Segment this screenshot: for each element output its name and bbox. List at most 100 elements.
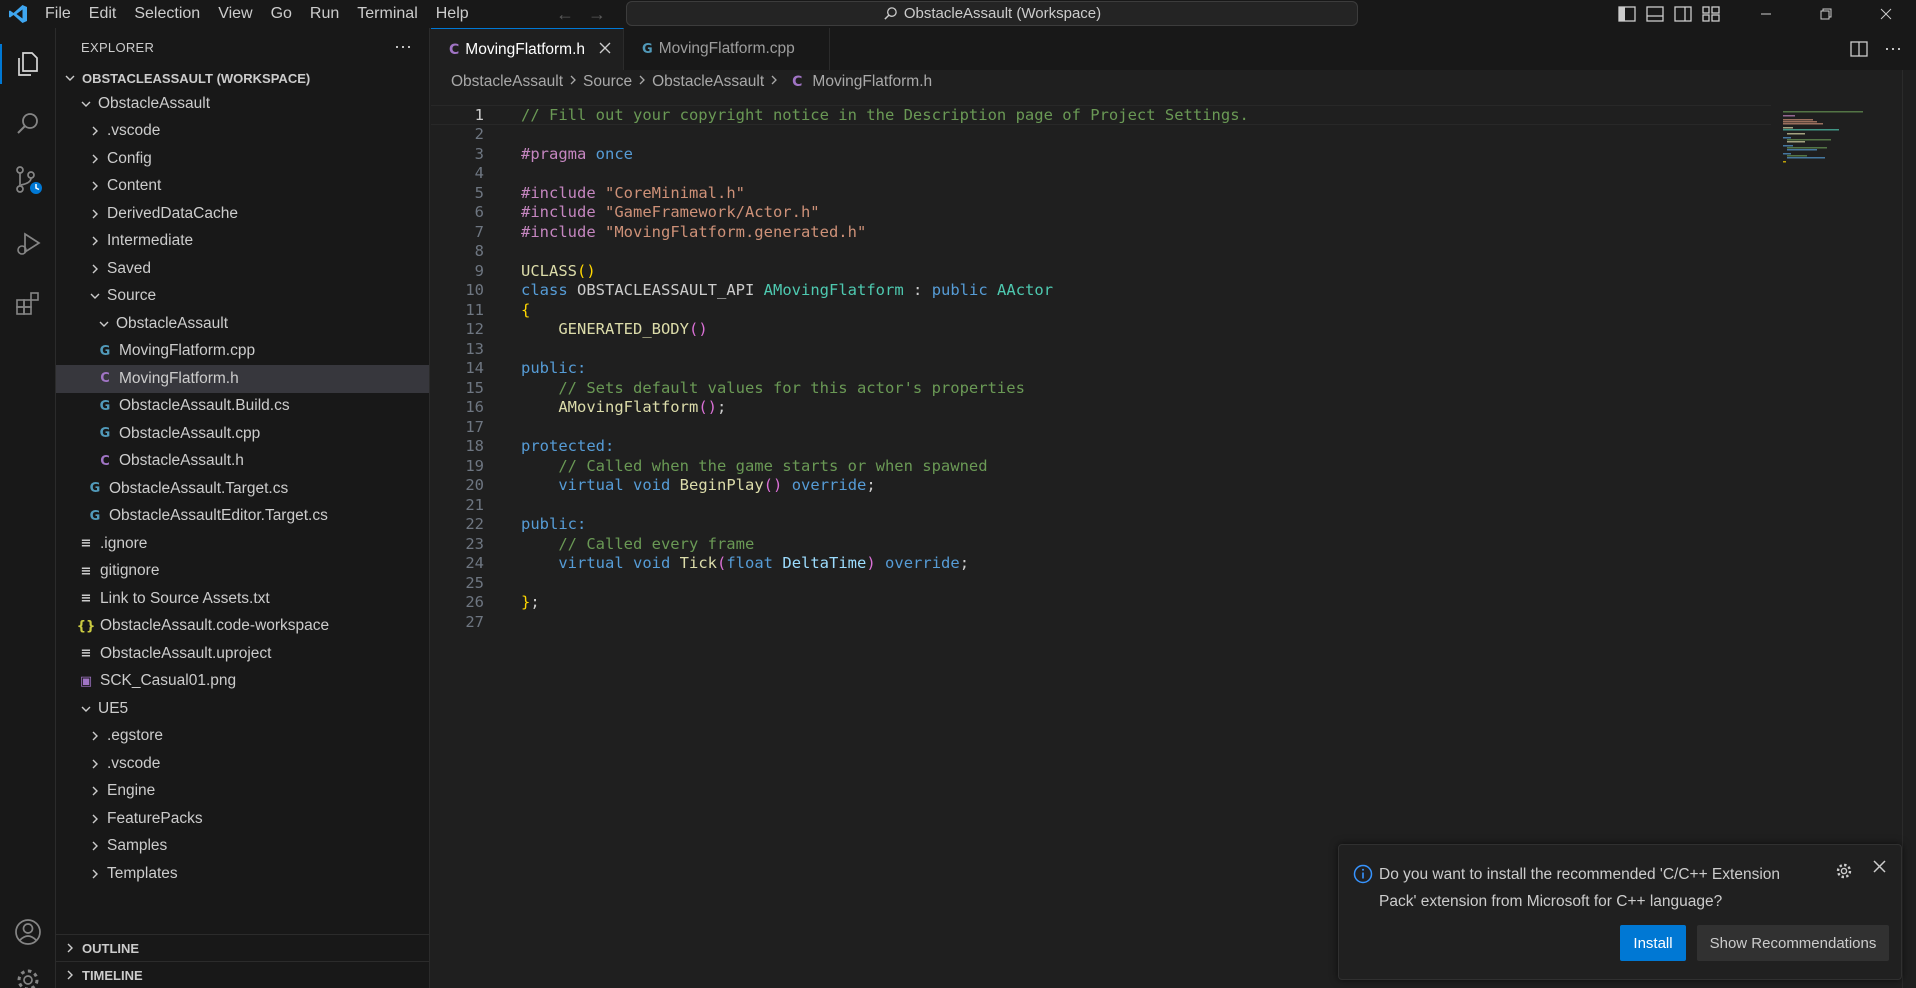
tree-folder[interactable]: Source	[56, 283, 429, 311]
minimize-button[interactable]	[1736, 0, 1796, 28]
run-debug-icon[interactable]	[0, 216, 56, 272]
code-line[interactable]: 8	[431, 242, 1771, 262]
breadcrumb-item[interactable]: Source	[583, 73, 632, 91]
code-line[interactable]: 12 GENERATED_BODY()	[431, 320, 1771, 340]
outline-section[interactable]: OUTLINE	[56, 934, 430, 961]
more-actions-icon[interactable]: ⋯	[1884, 39, 1902, 60]
forward-arrow-icon[interactable]: →	[588, 4, 606, 25]
close-notification-icon[interactable]	[1873, 860, 1886, 878]
tree-folder[interactable]: Intermediate	[56, 228, 429, 256]
code-line[interactable]: 14 public:	[431, 359, 1771, 379]
extensions-icon[interactable]	[0, 276, 56, 332]
breadcrumb-item[interactable]: ObstacleAssault	[652, 73, 764, 91]
menu-edit[interactable]: Edit	[80, 0, 126, 28]
menu-selection[interactable]: Selection	[125, 0, 209, 28]
code-line[interactable]: 1 // Fill out your copyright notice in th…	[431, 105, 1771, 125]
tab-movingflatform-cpp[interactable]: G MovingFlatform.cpp	[624, 28, 830, 70]
code-line[interactable]: 19 // Called when the game starts or whe…	[431, 456, 1771, 476]
code-editor[interactable]: 1 // Fill out your copyright notice in th…	[431, 105, 1771, 632]
tree-folder[interactable]: UE5	[56, 695, 429, 723]
customize-layout-icon[interactable]	[1702, 6, 1720, 22]
menu-go[interactable]: Go	[262, 0, 301, 28]
code-line[interactable]: 22 public:	[431, 515, 1771, 535]
code-line[interactable]: 24 virtual void Tick(float DeltaTime) ov…	[431, 554, 1771, 574]
explorer-icon[interactable]	[0, 36, 56, 92]
tree-folder[interactable]: Config	[56, 145, 429, 173]
notification-settings-gear-icon[interactable]	[1835, 862, 1853, 880]
tree-file[interactable]: G MovingFlatform.cpp	[56, 338, 429, 366]
settings-gear-icon[interactable]	[0, 952, 56, 988]
install-button[interactable]: Install	[1620, 925, 1686, 961]
back-arrow-icon[interactable]: ←	[556, 4, 574, 25]
code-line[interactable]: 25	[431, 573, 1771, 593]
code-line[interactable]: 10 class OBSTACLEASSAULT_API AMovingFlatf…	[431, 281, 1771, 301]
code-line[interactable]: 20 virtual void BeginPlay() override;	[431, 476, 1771, 496]
tree-folder[interactable]: Saved	[56, 255, 429, 283]
menu-terminal[interactable]: Terminal	[348, 0, 426, 28]
menu-help[interactable]: Help	[427, 0, 478, 28]
tree-file[interactable]: C MovingFlatform.h	[56, 365, 429, 393]
tree-folder[interactable]: .vscode	[56, 750, 429, 778]
breadcrumb-item[interactable]: MovingFlatform.h	[812, 73, 932, 91]
code-line[interactable]: 11 {	[431, 300, 1771, 320]
tree-folder[interactable]: .egstore	[56, 723, 429, 751]
breadcrumb-item[interactable]: ObstacleAssault	[451, 73, 563, 91]
tree-file[interactable]: G ObstacleAssault.Build.cs	[56, 393, 429, 421]
code-line[interactable]: 4	[431, 164, 1771, 184]
minimap[interactable]	[1783, 111, 1863, 171]
code-line[interactable]: 9 UCLASS()	[431, 261, 1771, 281]
tree-folder[interactable]: ObstacleAssault	[56, 90, 429, 118]
timeline-section[interactable]: TIMELINE	[56, 961, 430, 988]
split-editor-icon[interactable]	[1850, 41, 1868, 57]
code-line[interactable]: 3 #pragma once	[431, 144, 1771, 164]
tree-file[interactable]: ≡ .ignore	[56, 530, 429, 558]
tree-file[interactable]: {} ObstacleAssault.code-workspace	[56, 613, 429, 641]
toggle-primary-sidebar-icon[interactable]	[1618, 6, 1636, 22]
toggle-panel-icon[interactable]	[1646, 6, 1664, 22]
close-tab-icon[interactable]	[599, 41, 611, 58]
command-center[interactable]: ObstacleAssault (Workspace)	[626, 1, 1358, 26]
close-window-button[interactable]	[1856, 0, 1916, 28]
tree-file[interactable]: G ObstacleAssault.Target.cs	[56, 475, 429, 503]
code-line[interactable]: 7 #include "MovingFlatform.generated.h"	[431, 222, 1771, 242]
workspace-header[interactable]: OBSTACLEASSAULT (WORKSPACE)	[56, 66, 429, 90]
toggle-secondary-sidebar-icon[interactable]	[1674, 6, 1692, 22]
tree-file[interactable]: ≡ Link to Source Assets.txt	[56, 585, 429, 613]
code-line[interactable]: 17	[431, 417, 1771, 437]
code-line[interactable]: 2	[431, 125, 1771, 145]
tree-folder[interactable]: Engine	[56, 778, 429, 806]
source-control-icon[interactable]	[0, 152, 56, 208]
code-line[interactable]: 18 protected:	[431, 437, 1771, 457]
menu-run[interactable]: Run	[301, 0, 348, 28]
tree-folder[interactable]: Content	[56, 173, 429, 201]
tree-folder[interactable]: FeaturePacks	[56, 805, 429, 833]
tree-folder[interactable]: Templates	[56, 860, 429, 888]
tree-folder[interactable]: ObstacleAssault	[56, 310, 429, 338]
tree-file[interactable]: ≡ gitignore	[56, 558, 429, 586]
code-line[interactable]: 6 #include "GameFramework/Actor.h"	[431, 203, 1771, 223]
tree-file[interactable]: ▣ SCK_Casual01.png	[56, 668, 429, 696]
tree-file[interactable]: G ObstacleAssaultEditor.Target.cs	[56, 503, 429, 531]
tree-folder[interactable]: DerivedDataCache	[56, 200, 429, 228]
code-line[interactable]: 27	[431, 612, 1771, 632]
menu-file[interactable]: File	[36, 0, 80, 28]
tree-file[interactable]: C ObstacleAssault.h	[56, 448, 429, 476]
show-recommendations-button[interactable]: Show Recommendations	[1697, 925, 1889, 961]
code-line[interactable]: 16 AMovingFlatform();	[431, 398, 1771, 418]
restore-button[interactable]	[1796, 0, 1856, 28]
tree-file[interactable]: ≡ ObstacleAssault.uproject	[56, 640, 429, 668]
code-line[interactable]: 13	[431, 339, 1771, 359]
code-line[interactable]: 21	[431, 495, 1771, 515]
tree-folder[interactable]: Samples	[56, 833, 429, 861]
search-view-icon[interactable]	[0, 96, 56, 152]
tree-file[interactable]: G ObstacleAssault.cpp	[56, 420, 429, 448]
code-line[interactable]: 5 #include "CoreMinimal.h"	[431, 183, 1771, 203]
tree-folder[interactable]: .vscode	[56, 118, 429, 146]
more-actions-icon[interactable]: ⋯	[394, 37, 413, 58]
code-line[interactable]: 15 // Sets default values for this actor…	[431, 378, 1771, 398]
editor-scrollbar[interactable]	[1902, 70, 1916, 988]
code-line[interactable]: 23 // Called every frame	[431, 534, 1771, 554]
tab-movingflatform-h[interactable]: C MovingFlatform.h	[431, 28, 625, 70]
menu-view[interactable]: View	[209, 0, 261, 28]
code-line[interactable]: 26};	[431, 593, 1771, 613]
